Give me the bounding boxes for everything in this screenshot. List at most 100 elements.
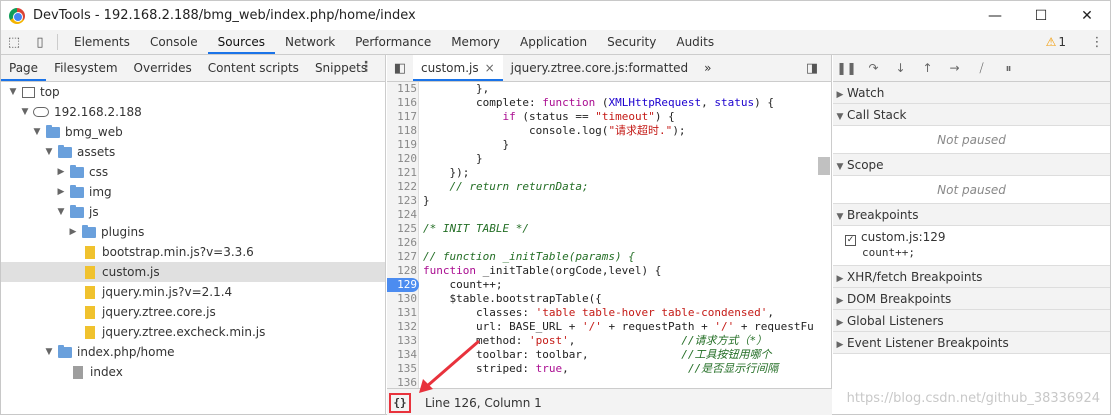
deactivate-breakpoints-icon[interactable]: ⧸ bbox=[968, 61, 995, 76]
code-line[interactable]: 132 url: BASE_URL + '/' + requestPath + … bbox=[387, 320, 832, 334]
minimize-button[interactable]: — bbox=[972, 1, 1018, 30]
collapse-arrow-icon[interactable]: ▼ bbox=[43, 342, 55, 362]
line-number[interactable]: 122 bbox=[387, 180, 417, 194]
tree-folder[interactable]: ▶ css bbox=[1, 162, 385, 182]
toggle-debugger-icon[interactable]: ◨ bbox=[799, 56, 825, 80]
subtab-page[interactable]: Page bbox=[1, 55, 47, 81]
code-line[interactable]: 115 }, bbox=[387, 82, 832, 96]
tab-network[interactable]: Network bbox=[275, 30, 345, 54]
step-out-icon[interactable]: ↑ bbox=[914, 61, 941, 75]
tab-audits[interactable]: Audits bbox=[666, 30, 724, 54]
subtab-overrides[interactable]: Overrides bbox=[126, 55, 200, 81]
tree-folder[interactable]: ▼ 192.168.2.188 bbox=[1, 102, 385, 122]
line-number[interactable]: 125 bbox=[387, 222, 417, 236]
section-event-listener-breakpoints[interactable]: ▶ Event Listener Breakpoints bbox=[833, 332, 1110, 354]
code-line[interactable]: 118 console.log("请求超时."); bbox=[387, 124, 832, 138]
line-number[interactable]: 133 bbox=[387, 334, 417, 348]
tab-memory[interactable]: Memory bbox=[441, 30, 510, 54]
code-line[interactable]: 129 count++; bbox=[387, 278, 832, 292]
collapse-arrow-icon[interactable]: ▼ bbox=[55, 202, 67, 222]
collapse-arrow-icon[interactable]: ▼ bbox=[19, 102, 31, 122]
code-line[interactable]: 131 classes: 'table table-hover table-co… bbox=[387, 306, 832, 320]
code-line[interactable]: 130 $table.bootstrapTable({ bbox=[387, 292, 832, 306]
editor-tab-ztree[interactable]: jquery.ztree.core.js:formatted bbox=[503, 55, 697, 81]
tree-folder[interactable]: ▶ img bbox=[1, 182, 385, 202]
line-number[interactable]: 127 bbox=[387, 250, 417, 264]
pretty-print-button[interactable]: {} bbox=[389, 392, 411, 413]
code-line[interactable]: 127 // function _initTable(params) { bbox=[387, 250, 832, 264]
tree-folder[interactable]: ▼ top bbox=[1, 82, 385, 102]
code-line[interactable]: 136 bbox=[387, 376, 832, 388]
tab-console[interactable]: Console bbox=[140, 30, 208, 54]
close-tab-icon[interactable]: × bbox=[485, 61, 495, 75]
collapse-arrow-icon[interactable]: ▼ bbox=[7, 82, 19, 102]
subtab-content-scripts[interactable]: Content scripts bbox=[200, 55, 307, 81]
inspect-element-icon[interactable]: ⬚ bbox=[1, 30, 27, 54]
line-number[interactable]: 135 bbox=[387, 362, 417, 376]
code-line[interactable]: 119 } bbox=[387, 138, 832, 152]
code-line[interactable]: 134 toolbar: toolbar, //工具按钮用哪个 bbox=[387, 348, 832, 362]
step-over-icon[interactable]: ↷ bbox=[860, 61, 887, 75]
line-number[interactable]: 132 bbox=[387, 320, 417, 334]
line-number[interactable]: 136 bbox=[387, 376, 417, 388]
more-tabs-button[interactable]: » bbox=[696, 55, 719, 81]
code-line[interactable]: 124 bbox=[387, 208, 832, 222]
section-scope[interactable]: ▼ Scope bbox=[833, 154, 1110, 176]
line-number[interactable]: 116 bbox=[387, 96, 417, 110]
editor-tab-custom-js[interactable]: custom.js × bbox=[413, 55, 503, 81]
section-breakpoints[interactable]: ▼ Breakpoints bbox=[833, 204, 1110, 226]
tree-folder[interactable]: ▼ assets bbox=[1, 142, 385, 162]
line-number[interactable]: 115 bbox=[387, 82, 417, 96]
tab-security[interactable]: Security bbox=[597, 30, 666, 54]
line-number[interactable]: 118 bbox=[387, 124, 417, 138]
line-number[interactable]: 119 bbox=[387, 138, 417, 152]
code-line[interactable]: 120 } bbox=[387, 152, 832, 166]
code-line[interactable]: 121 }); bbox=[387, 166, 832, 180]
code-line[interactable]: 133 method: 'post', //请求方式（*） bbox=[387, 334, 832, 348]
tree-file[interactable]: jquery.min.js?v=2.1.4 bbox=[1, 282, 385, 302]
code-line[interactable]: 122 // return returnData; bbox=[387, 180, 832, 194]
tree-file[interactable]: jquery.ztree.core.js bbox=[1, 302, 385, 322]
line-number[interactable]: 128 bbox=[387, 264, 417, 278]
tab-elements[interactable]: Elements bbox=[64, 30, 140, 54]
code-line[interactable]: 123} bbox=[387, 194, 832, 208]
breakpoint-marker[interactable]: 129 bbox=[387, 278, 419, 292]
code-line[interactable]: 126 bbox=[387, 236, 832, 250]
line-number[interactable]: 123 bbox=[387, 194, 417, 208]
more-options-icon[interactable]: ⋮ bbox=[1084, 30, 1110, 54]
section-call-stack[interactable]: ▼ Call Stack bbox=[833, 104, 1110, 126]
pause-on-exceptions-icon[interactable]: ⏸ bbox=[995, 61, 1022, 76]
line-number[interactable]: 121 bbox=[387, 166, 417, 180]
device-toolbar-icon[interactable]: ▯ bbox=[27, 30, 53, 54]
vertical-scrollbar[interactable] bbox=[818, 157, 830, 175]
collapse-arrow-icon[interactable]: ▼ bbox=[43, 142, 55, 162]
tree-file[interactable]: bootstrap.min.js?v=3.3.6 bbox=[1, 242, 385, 262]
pause-icon[interactable]: ❚❚ bbox=[833, 61, 860, 75]
tree-file[interactable]: custom.js bbox=[1, 262, 385, 282]
section-global-listeners[interactable]: ▶ Global Listeners bbox=[833, 310, 1110, 332]
code-area[interactable]: 115 }, 116 complete: function (XMLHttpReq… bbox=[387, 82, 832, 388]
subtab-filesystem[interactable]: Filesystem bbox=[46, 55, 125, 81]
tree-file[interactable]: jquery.ztree.excheck.min.js bbox=[1, 322, 385, 342]
close-button[interactable]: ✕ bbox=[1064, 1, 1110, 30]
line-number[interactable]: 117 bbox=[387, 110, 417, 124]
code-line[interactable]: 128 function _initTable(orgCode,level) { bbox=[387, 264, 832, 278]
code-line[interactable]: 117 if (status == "timeout") { bbox=[387, 110, 832, 124]
step-into-icon[interactable]: ↓ bbox=[887, 61, 914, 75]
toggle-navigator-icon[interactable]: ◧ bbox=[387, 56, 413, 80]
line-number[interactable]: 130 bbox=[387, 292, 417, 306]
tree-file[interactable]: index bbox=[1, 362, 385, 382]
expand-arrow-icon[interactable]: ▶ bbox=[55, 182, 67, 202]
code-line[interactable]: 116 complete: function (XMLHttpRequest, … bbox=[387, 96, 832, 110]
tree-folder[interactable]: ▼ index.php/home bbox=[1, 342, 385, 362]
collapse-arrow-icon[interactable]: ▼ bbox=[31, 122, 43, 142]
expand-arrow-icon[interactable]: ▶ bbox=[55, 162, 67, 182]
step-icon[interactable]: → bbox=[941, 61, 968, 75]
line-number[interactable]: 120 bbox=[387, 152, 417, 166]
breakpoint-item[interactable]: ✓ custom.js:129 count++; bbox=[833, 226, 1110, 266]
line-number[interactable]: 124 bbox=[387, 208, 417, 222]
tab-sources[interactable]: Sources bbox=[207, 30, 276, 54]
warning-counter[interactable]: ⚠ 1 bbox=[1046, 30, 1066, 54]
breakpoint-checkbox[interactable]: ✓ bbox=[845, 235, 856, 246]
tree-folder[interactable]: ▼ js bbox=[1, 202, 385, 222]
